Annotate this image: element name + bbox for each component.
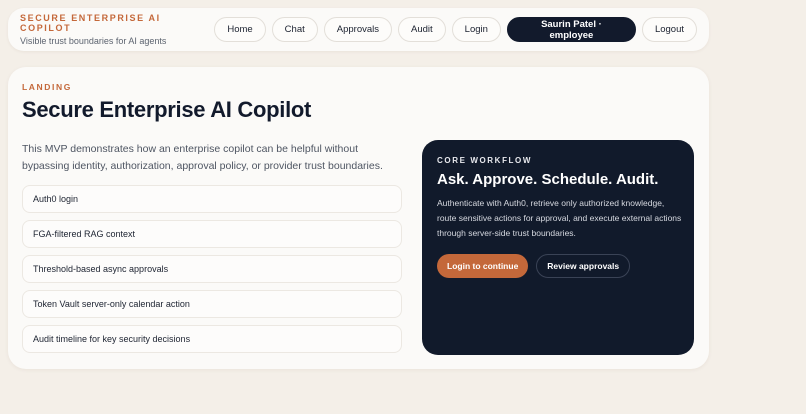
workflow-description: Authenticate with Auth0, retrieve only a… — [437, 198, 682, 238]
page-kicker: LANDING — [22, 82, 72, 92]
landing-card: LANDING Secure Enterprise AI Copilot Thi… — [8, 67, 709, 369]
nav-audit-button[interactable]: Audit — [398, 17, 446, 42]
nav-approvals-button[interactable]: Approvals — [323, 17, 392, 42]
feature-item: Token Vault server-only calendar action — [22, 290, 402, 318]
workflow-title: Ask. Approve. Schedule. Audit. — [437, 171, 659, 188]
feature-item: Threshold-based async approvals — [22, 255, 402, 283]
core-workflow-panel: CORE WORKFLOW Ask. Approve. Schedule. Au… — [422, 140, 694, 355]
nav-home-button[interactable]: Home — [214, 17, 266, 42]
logout-button[interactable]: Logout — [641, 17, 697, 42]
nav-login-button[interactable]: Login — [451, 17, 501, 42]
brand: SECURE ENTERPRISE AI COPILOT Visible tru… — [20, 13, 214, 46]
main-nav: Home Chat Approvals Audit Login Saurin P… — [214, 17, 697, 42]
workflow-kicker: CORE WORKFLOW — [437, 156, 533, 165]
brand-title: SECURE ENTERPRISE AI COPILOT — [20, 13, 161, 33]
user-badge-button[interactable]: Saurin Patel · employee — [506, 17, 636, 42]
feature-item: Auth0 login — [22, 185, 402, 213]
feature-item: FGA-filtered RAG context — [22, 220, 402, 248]
brand-subtitle: Visible trust boundaries for AI agents — [20, 36, 167, 46]
top-navigation-bar: SECURE ENTERPRISE AI COPILOT Visible tru… — [8, 8, 709, 51]
login-to-continue-button[interactable]: Login to continue — [437, 254, 529, 278]
feature-item: Audit timeline for key security decision… — [22, 325, 402, 353]
nav-chat-button[interactable]: Chat — [271, 17, 318, 42]
page-title: Secure Enterprise AI Copilot — [22, 97, 312, 122]
review-approvals-button[interactable]: Review approvals — [536, 254, 631, 278]
workflow-actions: Login to continue Review approvals — [437, 254, 631, 278]
intro-text: This MVP demonstrates how an enterprise … — [22, 143, 383, 172]
feature-list: Auth0 login FGA-filtered RAG context Thr… — [22, 185, 402, 360]
